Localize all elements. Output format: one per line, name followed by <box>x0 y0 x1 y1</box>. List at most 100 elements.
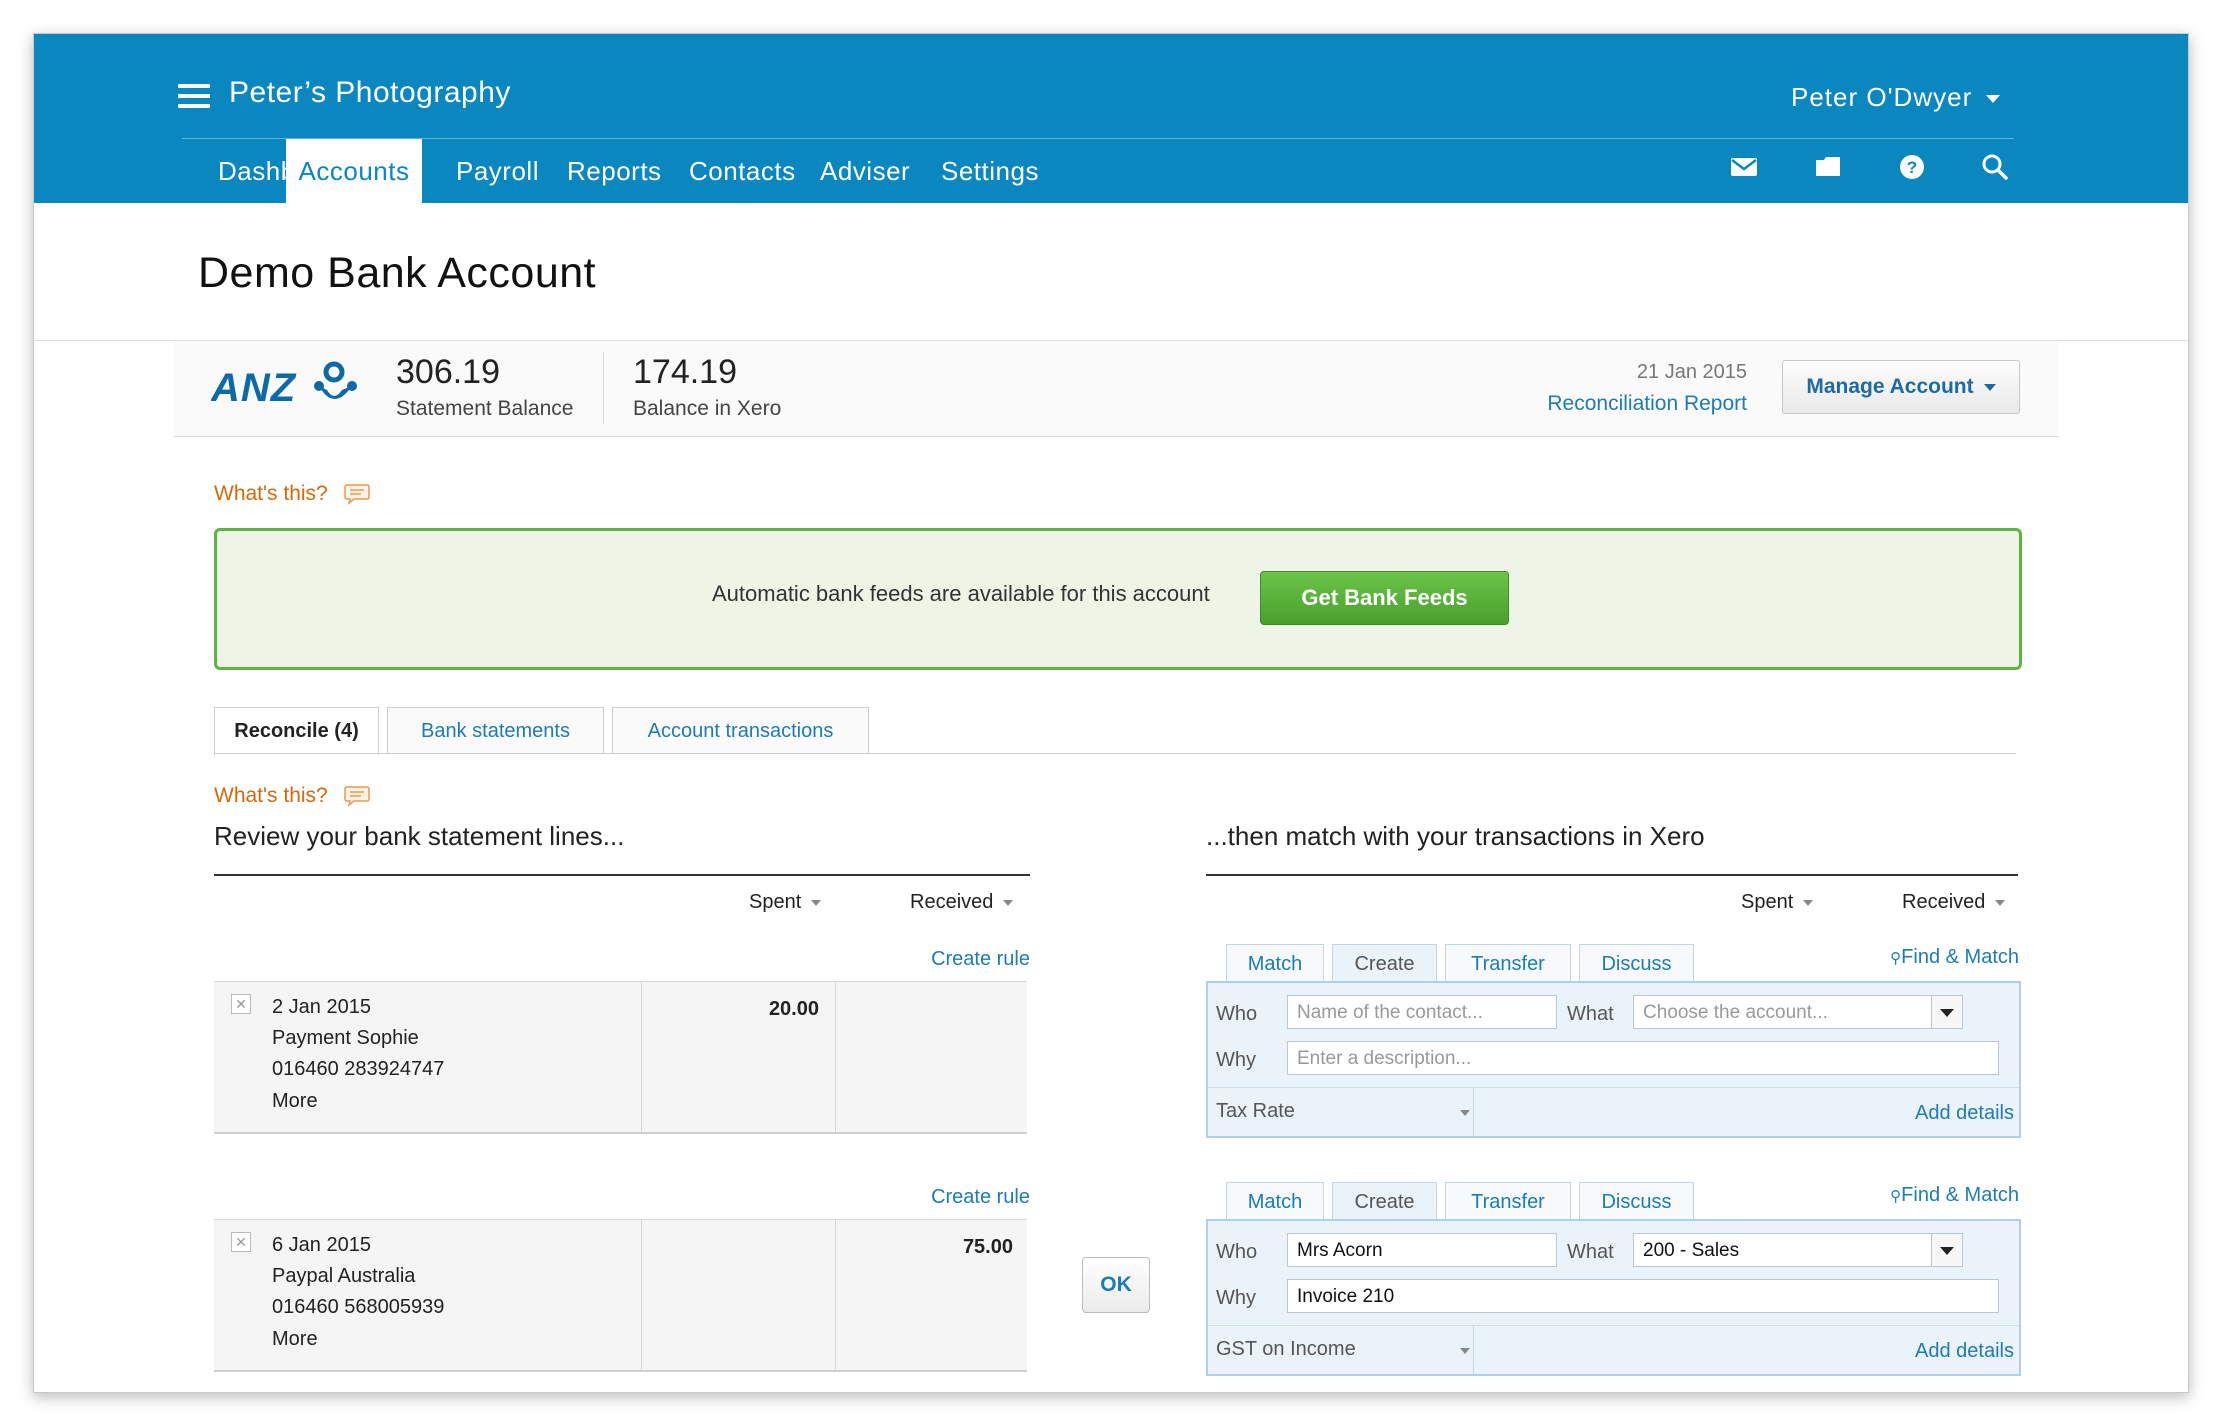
tab-create[interactable]: Create <box>1332 944 1437 982</box>
why-input-text: Invoice 210 <box>1297 1286 1395 1307</box>
tab-match[interactable]: Match <box>1226 1182 1324 1219</box>
add-details-link[interactable]: Add details <box>1915 1102 2014 1125</box>
whats-this-link[interactable]: What's this? <box>214 482 370 506</box>
get-bank-feeds-button[interactable]: Get Bank Feeds <box>1260 571 1509 625</box>
tabs-divider <box>214 753 2016 754</box>
page-title: Demo Bank Account <box>198 249 597 297</box>
add-details-link[interactable]: Add details <box>1915 1340 2014 1363</box>
column-divider <box>641 982 642 1132</box>
close-icon[interactable]: ✕ <box>231 994 251 1014</box>
tab-match[interactable]: Match <box>1226 944 1324 981</box>
tax-rate-text: GST on Income <box>1216 1338 1356 1360</box>
why-input[interactable]: Enter a description... <box>1287 1041 1999 1075</box>
tax-rate-select[interactable]: GST on Income <box>1208 1326 1474 1374</box>
user-menu[interactable]: Peter O'Dwyer <box>1791 82 2001 113</box>
bank-feeds-banner: Automatic bank feeds are available for t… <box>214 528 2022 670</box>
tax-rate-select[interactable]: Tax Rate <box>1208 1088 1474 1136</box>
statement-balance: 306.19 <box>396 353 500 391</box>
chevron-down-icon <box>1986 95 2001 104</box>
right-heading: ...then match with your transactions in … <box>1206 821 1705 851</box>
create-rule-link[interactable]: Create rule <box>931 948 1030 971</box>
find-match-link[interactable]: ⚲Find & Match <box>1890 1184 2019 1207</box>
left-heading-rule <box>214 874 1030 876</box>
who-label: Who <box>1216 1003 1258 1025</box>
left-received-header[interactable]: Received <box>910 891 1014 914</box>
who-label: Who <box>1216 1241 1258 1263</box>
what-account-select[interactable]: Choose the account... <box>1633 995 1963 1029</box>
ok-button[interactable]: OK <box>1082 1257 1150 1313</box>
manage-account-button[interactable]: Manage Account <box>1782 360 2020 414</box>
dropdown-arrow-icon[interactable] <box>1931 996 1962 1028</box>
statement-payee: Paypal Australia <box>272 1265 416 1287</box>
organisation-name[interactable]: Peter’s Photography <box>229 76 511 110</box>
nav-tab-settings[interactable]: Settings <box>907 139 1073 203</box>
why-input[interactable]: Invoice 210 <box>1287 1279 1999 1313</box>
statement-reference: 016460 568005939 <box>272 1296 445 1318</box>
xero-balance: 174.19 <box>633 353 737 391</box>
sort-caret-icon <box>1803 899 1814 906</box>
left-spent-header[interactable]: Spent <box>749 891 822 914</box>
tab-account-transactions[interactable]: Account transactions <box>612 707 869 754</box>
mail-icon[interactable] <box>1729 152 1759 182</box>
right-spent-header[interactable]: Spent <box>1741 891 1814 914</box>
statement-reference: 016460 283924747 <box>272 1058 445 1080</box>
who-input-text: Mrs Acorn <box>1297 1240 1383 1261</box>
reconciliation-report-link[interactable]: Reconciliation Report <box>1547 392 1747 416</box>
statement-more-link[interactable]: More <box>272 1090 318 1113</box>
statement-balance-label: Statement Balance <box>396 397 574 420</box>
search-icon[interactable] <box>1980 152 2010 182</box>
column-divider <box>835 982 836 1132</box>
tab-reconcile[interactable]: Reconcile (4) <box>214 707 379 755</box>
tab-bank-statements[interactable]: Bank statements <box>387 707 604 754</box>
xero-balance-label: Balance in Xero <box>633 397 782 420</box>
chevron-down-icon <box>1460 1348 1470 1354</box>
sort-caret-icon <box>811 899 822 906</box>
help-icon[interactable]: ? <box>1897 152 1927 182</box>
who-input[interactable]: Mrs Acorn <box>1287 1233 1557 1267</box>
dropdown-arrow-icon[interactable] <box>1931 1234 1962 1266</box>
find-match-search-icon: ⚲ <box>1890 1188 1902 1205</box>
chevron-down-icon <box>1460 1110 1470 1116</box>
whats-this-link-2[interactable]: What's this? <box>214 784 370 808</box>
user-name: Peter O'Dwyer <box>1791 82 1973 112</box>
find-match-label: Find & Match <box>1901 946 2019 968</box>
right-heading-rule <box>1206 874 2018 876</box>
bank-feeds-message: Automatic bank feeds are available for t… <box>712 581 1210 606</box>
left-received-label: Received <box>910 891 994 913</box>
summary-divider <box>174 436 2059 437</box>
statement-payee: Payment Sophie <box>272 1027 419 1049</box>
find-match-search-icon: ⚲ <box>1890 950 1902 967</box>
what-label: What <box>1567 1003 1614 1025</box>
folder-icon[interactable] <box>1813 152 1843 182</box>
create-rule-link[interactable]: Create rule <box>931 1186 1030 1209</box>
tax-rate-text: Tax Rate <box>1216 1100 1295 1122</box>
close-icon[interactable]: ✕ <box>231 1232 251 1252</box>
statement-line: ✕ 2 Jan 2015 Payment Sophie 016460 28392… <box>214 981 1027 1134</box>
tab-transfer[interactable]: Transfer <box>1445 1182 1571 1219</box>
right-received-header[interactable]: Received <box>1902 891 2006 914</box>
who-input-text: Name of the contact... <box>1297 1002 1483 1023</box>
statement-date: 2 Jan 2015 <box>272 996 371 1018</box>
tab-discuss[interactable]: Discuss <box>1579 944 1694 981</box>
left-heading: Review your bank statement lines... <box>214 821 625 851</box>
statement-more-link[interactable]: More <box>272 1328 318 1351</box>
tab-create[interactable]: Create <box>1332 1182 1437 1220</box>
svg-text:?: ? <box>1907 158 1917 177</box>
what-account-select[interactable]: 200 - Sales <box>1633 1233 1963 1267</box>
hamburger-menu-icon[interactable] <box>178 84 210 108</box>
whats-this-label: What's this? <box>214 784 328 807</box>
find-match-label: Find & Match <box>1901 1184 2019 1206</box>
find-match-link[interactable]: ⚲Find & Match <box>1890 946 2019 969</box>
tab-transfer[interactable]: Transfer <box>1445 944 1571 981</box>
create-transaction-panel: Who Name of the contact... What Choose t… <box>1206 981 2021 1138</box>
column-divider <box>641 1220 642 1370</box>
why-label: Why <box>1216 1287 1256 1309</box>
what-select-text: Choose the account... <box>1643 1002 1828 1023</box>
statement-spent-amount: 20.00 <box>768 998 819 1020</box>
sort-caret-icon <box>1995 899 2006 906</box>
nav-tab-accounts[interactable]: Accounts <box>286 139 422 203</box>
statement-date: 6 Jan 2015 <box>272 1234 371 1256</box>
who-input[interactable]: Name of the contact... <box>1287 995 1557 1029</box>
tab-discuss[interactable]: Discuss <box>1579 1182 1694 1219</box>
top-header: Peter’s Photography Peter O'Dwyer Dashbo… <box>34 34 2188 203</box>
